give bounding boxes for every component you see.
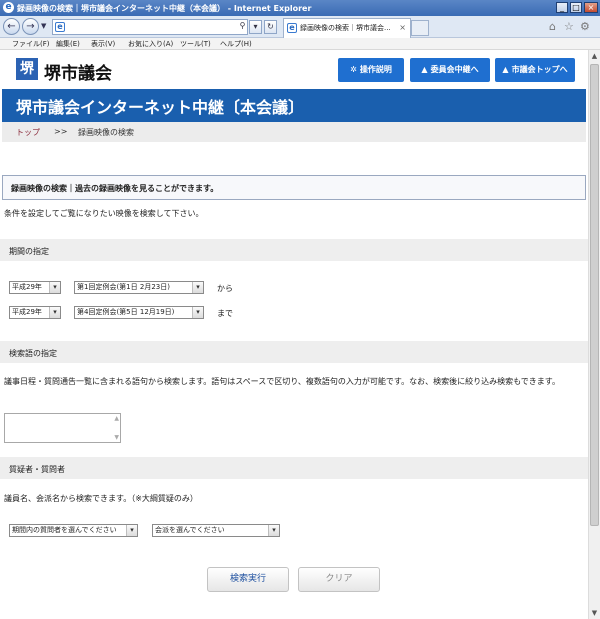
scroll-down-arrow-icon[interactable]: ▼: [589, 607, 600, 619]
committee-broadcast-label: 委員会中継へ: [430, 65, 479, 74]
site-banner: 堺市議会インターネット中継〔本会議〕: [2, 89, 586, 122]
forward-button[interactable]: →: [22, 18, 39, 35]
search-button[interactable]: 検索実行: [207, 567, 289, 592]
to-session-value: 第4回定例会(第5日 12月19日): [77, 308, 175, 316]
keyword-heading: 検索語の指定: [9, 349, 57, 358]
tab-favicon-icon: e: [287, 23, 297, 33]
history-dropdown-icon[interactable]: ▼: [41, 22, 46, 30]
party-select[interactable]: 会派を選んでください ▾: [152, 524, 280, 537]
to-suffix: まで: [217, 309, 233, 318]
keyword-section-header: 検索語の指定: [0, 341, 588, 363]
speaker-description: 議員名、会派名から検索できます。（※大綱質疑のみ）: [4, 494, 198, 503]
vertical-scrollbar[interactable]: ▲ ▼: [588, 50, 600, 619]
gear-icon: ✲: [350, 65, 357, 74]
clear-button[interactable]: クリア: [298, 567, 380, 592]
browser-tab[interactable]: e 録画映像の検索｜堺市議会... ×: [283, 18, 411, 38]
ie-logo-icon: e: [3, 2, 14, 13]
to-session-select[interactable]: 第4回定例会(第5日 12月19日) ▾: [74, 306, 204, 319]
chevron-down-icon: ▾: [126, 525, 137, 536]
scroll-down-icon: ▼: [114, 434, 119, 441]
council-top-button[interactable]: ▲ 市議会トップへ: [495, 58, 575, 82]
triangle-icon: ▲: [502, 65, 509, 74]
speaker-section-header: 質疑者・質問者: [0, 457, 588, 479]
menu-file[interactable]: ファイル(F): [12, 39, 50, 49]
scrollbar-thumb[interactable]: [590, 64, 599, 526]
committee-broadcast-button[interactable]: ▲ 委員会中継へ: [410, 58, 490, 82]
page-heading-box: 録画映像の検索｜過去の録画映像を見ることができます。: [2, 175, 586, 200]
council-top-label: 市議会トップへ: [511, 65, 568, 74]
menu-view[interactable]: 表示(V): [91, 39, 115, 49]
window-title-bar: e 録画映像の検索｜堺市議会インターネット中継（本会議） - Internet …: [0, 0, 600, 16]
breadcrumb-current: 録画映像の検索: [78, 128, 134, 137]
scroll-up-arrow-icon[interactable]: ▲: [589, 50, 600, 62]
to-year-value: 平成29年: [12, 308, 42, 316]
from-year-select[interactable]: 平成29年 ▾: [9, 281, 61, 294]
page-favicon-icon: e: [55, 22, 65, 32]
member-select-value: 期間内の質問者を選んでください: [12, 526, 117, 534]
refresh-button[interactable]: ↻: [264, 20, 277, 34]
chevron-down-icon: ▾: [192, 282, 203, 293]
keyword-description: 議事日程・質問通告一覧に含まれる語句から検索します。語句はスペースで区切り、複数…: [4, 377, 560, 386]
back-button[interactable]: ←: [3, 18, 20, 35]
intro-text: 条件を設定してご覧になりたい映像を検索して下さい。: [4, 209, 204, 218]
from-session-value: 第1回定例会(第1日 2月23日): [77, 283, 170, 291]
chevron-down-icon: ▾: [49, 307, 60, 318]
city-emblem-icon: 堺: [16, 58, 38, 80]
new-tab-button[interactable]: [411, 20, 429, 36]
tools-gear-icon[interactable]: ⚙: [580, 20, 590, 33]
chevron-down-icon: ▾: [268, 525, 279, 536]
chevron-down-icon: ▾: [49, 282, 60, 293]
tab-close-icon[interactable]: ×: [399, 23, 406, 32]
url-input[interactable]: e: [52, 19, 248, 35]
to-year-select[interactable]: 平成29年 ▾: [9, 306, 61, 319]
period-heading: 期間の指定: [9, 247, 49, 256]
operation-guide-button[interactable]: ✲ 操作説明: [338, 58, 404, 82]
breadcrumb-separator: >>: [54, 127, 68, 136]
menu-edit[interactable]: 編集(E): [56, 39, 80, 49]
minimize-button[interactable]: _: [556, 2, 568, 13]
triangle-icon: ▲: [421, 65, 428, 74]
breadcrumb-home-link[interactable]: トップ: [16, 127, 40, 138]
operation-guide-label: 操作説明: [359, 65, 392, 74]
address-dropdown-button[interactable]: ▾: [249, 20, 262, 34]
close-window-button[interactable]: ×: [584, 2, 598, 13]
from-session-select[interactable]: 第1回定例会(第1日 2月23日) ▾: [74, 281, 204, 294]
from-year-value: 平成29年: [12, 283, 42, 291]
favorites-star-icon[interactable]: ☆: [564, 20, 574, 33]
window-title: 録画映像の検索｜堺市議会インターネット中継（本会議） - Internet Ex…: [17, 4, 312, 13]
maximize-button[interactable]: □: [570, 2, 582, 13]
page-heading: 録画映像の検索｜過去の録画映像を見ることができます。: [11, 184, 219, 193]
site-logo-text: 堺市議会: [44, 64, 112, 84]
breadcrumb: トップ >> 録画映像の検索: [2, 122, 586, 142]
banner-title: 堺市議会インターネット中継〔本会議〕: [16, 98, 305, 117]
menu-help[interactable]: ヘルプ(H): [220, 39, 252, 49]
menu-tools[interactable]: ツール(T): [180, 39, 211, 49]
party-select-value: 会派を選んでください: [155, 526, 225, 534]
period-section-header: 期間の指定: [0, 239, 588, 261]
chevron-down-icon: ▾: [192, 307, 203, 318]
address-bar: ← → ▼ e ⚲ ▾ ↻ e 録画映像の検索｜堺市議会... × ⌂ ☆ ⚙: [0, 16, 600, 38]
menu-favorites[interactable]: お気に入り(A): [128, 39, 173, 49]
tab-title: 録画映像の検索｜堺市議会...: [300, 24, 391, 32]
search-icon[interactable]: ⚲: [236, 20, 249, 34]
page-viewport: 堺 堺市議会 ✲ 操作説明 ▲ 委員会中継へ ▲ 市議会トップへ 堺市議会インターネッ…: [0, 50, 588, 619]
keyword-input[interactable]: ▲ ▼: [4, 413, 121, 443]
scroll-up-icon: ▲: [114, 415, 119, 422]
member-select[interactable]: 期間内の質問者を選んでください ▾: [9, 524, 138, 537]
menu-bar: ファイル(F) 編集(E) 表示(V) お気に入り(A) ツール(T) ヘルプ(…: [0, 38, 600, 50]
home-icon[interactable]: ⌂: [549, 20, 556, 33]
from-suffix: から: [217, 284, 233, 293]
speaker-heading: 質疑者・質問者: [9, 465, 65, 474]
